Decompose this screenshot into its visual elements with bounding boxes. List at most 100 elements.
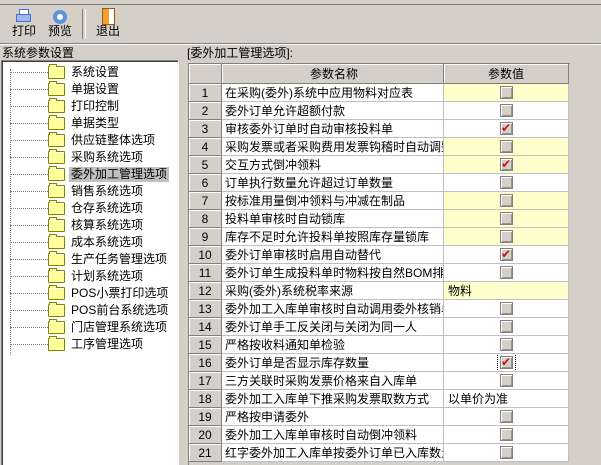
parameter-name-cell[interactable]: 采购发票或者采购费用发票钩稽时自动调整 (222, 138, 444, 156)
parameter-value-cell[interactable] (444, 336, 569, 354)
parameter-name-cell[interactable]: 审核委外订单时自动审核投料单 (222, 120, 444, 138)
parameter-value-cell[interactable] (444, 228, 569, 246)
row-number-cell[interactable]: 7 (189, 192, 222, 210)
checkbox-unchecked[interactable] (500, 230, 513, 243)
row-number-cell[interactable]: 16 (189, 354, 222, 372)
print-button[interactable]: 打印 (6, 7, 42, 41)
checkbox-unchecked[interactable] (500, 374, 513, 387)
checkbox-unchecked[interactable] (500, 140, 513, 153)
parameter-value-cell[interactable] (444, 426, 569, 444)
tree-item[interactable]: 成本系统选项 (2, 234, 178, 251)
row-number-cell[interactable]: 13 (189, 300, 222, 318)
parameter-name-cell[interactable]: 红字委外加工入库单按委外订单已入库数量 (222, 444, 444, 462)
tree-item[interactable]: 供应链整体选项 (2, 132, 178, 149)
row-number-cell[interactable]: 3 (189, 120, 222, 138)
parameter-value-cell[interactable] (444, 408, 569, 426)
parameter-name-cell[interactable]: 按标准用量倒冲领料与冲减在制品 (222, 192, 444, 210)
row-number-cell[interactable]: 21 (189, 444, 222, 462)
checkbox-unchecked[interactable] (500, 410, 513, 423)
checkbox-unchecked[interactable] (500, 176, 513, 189)
parameter-name-cell[interactable]: 投料单审核时自动锁库 (222, 210, 444, 228)
tree-item[interactable]: 工序管理选项 (2, 336, 178, 353)
checkbox-unchecked[interactable] (500, 104, 513, 117)
checkbox-checked[interactable]: ✔ (500, 158, 513, 171)
parameter-value-cell[interactable]: ✔ (444, 120, 569, 138)
parameter-name-cell[interactable]: 交互方式倒冲领料 (222, 156, 444, 174)
parameter-value-cell[interactable]: ✔ (444, 246, 569, 264)
checkbox-checked[interactable]: ✔ (500, 122, 513, 135)
parameter-value-cell[interactable] (444, 102, 569, 120)
parameter-name-cell[interactable]: 在采购(委外)系统中应用物料对应表 (222, 84, 444, 102)
tree-item[interactable]: POS前台系统选项 (2, 302, 178, 319)
row-number-cell[interactable]: 15 (189, 336, 222, 354)
checkbox-unchecked[interactable] (500, 194, 513, 207)
tree-item[interactable]: 销售系统选项 (2, 183, 178, 200)
parameter-name-cell[interactable]: 严格按收料通知单检验 (222, 336, 444, 354)
parameter-value-cell[interactable]: ✔ (444, 354, 569, 372)
row-number-cell[interactable]: 11 (189, 264, 222, 282)
parameter-value-cell[interactable] (444, 300, 569, 318)
row-number-cell[interactable]: 4 (189, 138, 222, 156)
tree-item[interactable]: 单据设置 (2, 81, 178, 98)
checkbox-unchecked[interactable] (500, 212, 513, 225)
row-number-cell[interactable]: 18 (189, 390, 222, 408)
parameter-value-cell[interactable] (444, 210, 569, 228)
row-number-cell[interactable]: 20 (189, 426, 222, 444)
row-number-cell[interactable]: 1 (189, 84, 222, 102)
parameter-name-cell[interactable]: 委外加工入库单审核时自动倒冲领料 (222, 426, 444, 444)
checkbox-unchecked[interactable] (500, 266, 513, 279)
parameter-name-cell[interactable]: 委外订单手工反关闭与关闭为同一人 (222, 318, 444, 336)
parameter-value-cell[interactable]: 物料 (444, 282, 569, 300)
parameter-value-cell[interactable]: 以单价为准 (444, 390, 569, 408)
row-number-cell[interactable]: 14 (189, 318, 222, 336)
parameter-name-cell[interactable]: 委外订单生成投料单时物料按自然BOM排序 (222, 264, 444, 282)
parameter-name-cell[interactable]: 库存不足时允许投料单按照库存量锁库 (222, 228, 444, 246)
parameter-name-cell[interactable]: 委外加工入库单下推采购发票取数方式 (222, 390, 444, 408)
row-number-cell[interactable]: 6 (189, 174, 222, 192)
row-number-cell[interactable]: 10 (189, 246, 222, 264)
tree-item[interactable]: 计划系统选项 (2, 268, 178, 285)
parameter-name-cell[interactable]: 三方关联时采购发票价格来自入库单 (222, 372, 444, 390)
checkbox-checked[interactable]: ✔ (500, 248, 513, 261)
parameter-name-cell[interactable]: 严格按申请委外 (222, 408, 444, 426)
checkbox-unchecked[interactable] (500, 302, 513, 315)
tree-item[interactable]: 核算系统选项 (2, 217, 178, 234)
tree-item[interactable]: 生产任务管理选项 (2, 251, 178, 268)
parameter-name-cell[interactable]: 采购(委外)系统税率来源 (222, 282, 444, 300)
parameter-name-cell[interactable]: 委外加工入库单审核时自动调用委外核销单 (222, 300, 444, 318)
tree-item[interactable]: 系统设置 (2, 64, 178, 81)
parameter-value-cell[interactable] (444, 444, 569, 462)
row-number-cell[interactable]: 19 (189, 408, 222, 426)
parameter-name-cell[interactable]: 委外订单审核时启用自动替代 (222, 246, 444, 264)
tree-item[interactable]: 仓存系统选项 (2, 200, 178, 217)
tree-item[interactable]: 单据类型 (2, 115, 178, 132)
row-number-cell[interactable]: 9 (189, 228, 222, 246)
parameter-value-cell[interactable] (444, 318, 569, 336)
checkbox-checked[interactable]: ✔ (500, 356, 513, 369)
parameter-value-cell[interactable] (444, 192, 569, 210)
parameter-value-cell[interactable] (444, 174, 569, 192)
parameter-value-cell[interactable] (444, 138, 569, 156)
tree-item[interactable]: 门店管理系统选项 (2, 319, 178, 336)
row-number-cell[interactable]: 8 (189, 210, 222, 228)
checkbox-unchecked[interactable] (500, 86, 513, 99)
checkbox-unchecked[interactable] (500, 446, 513, 459)
parameter-name-cell[interactable]: 委外订单是否显示库存数量 (222, 354, 444, 372)
checkbox-unchecked[interactable] (500, 428, 513, 441)
tree-item[interactable]: 委外加工管理选项 (2, 166, 178, 183)
parameter-value-cell[interactable] (444, 264, 569, 282)
exit-button[interactable]: 退出 (90, 7, 126, 41)
row-number-cell[interactable]: 17 (189, 372, 222, 390)
tree-item[interactable]: 打印控制 (2, 98, 178, 115)
tree-item[interactable]: POS小票打印选项 (2, 285, 178, 302)
preview-button[interactable]: 预览 (42, 7, 78, 41)
parameter-value-cell[interactable]: ✔ (444, 156, 569, 174)
checkbox-unchecked[interactable] (500, 320, 513, 333)
parameter-value-cell[interactable] (444, 84, 569, 102)
checkbox-unchecked[interactable] (500, 338, 513, 351)
tree-item[interactable]: 采购系统选项 (2, 149, 178, 166)
row-number-cell[interactable]: 2 (189, 102, 222, 120)
row-number-cell[interactable]: 12 (189, 282, 222, 300)
parameter-name-cell[interactable]: 订单执行数量允许超过订单数量 (222, 174, 444, 192)
parameter-value-cell[interactable] (444, 372, 569, 390)
